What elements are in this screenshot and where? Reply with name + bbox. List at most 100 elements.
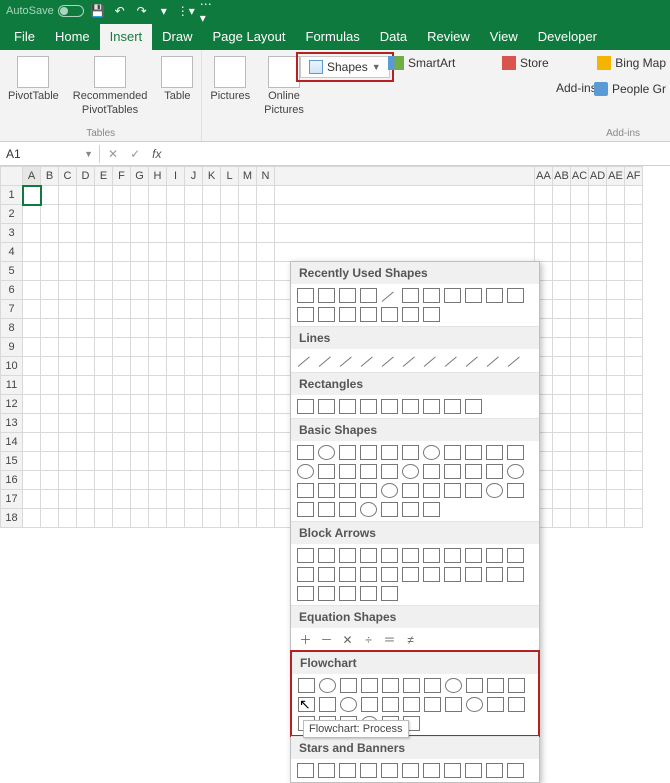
shape-option[interactable]	[339, 353, 356, 368]
cell[interactable]	[203, 262, 221, 281]
shape-option[interactable]	[465, 288, 482, 303]
shape-option[interactable]	[402, 445, 419, 460]
cell[interactable]	[131, 281, 149, 300]
cell[interactable]	[113, 338, 131, 357]
cell[interactable]	[239, 319, 257, 338]
cell[interactable]	[625, 395, 643, 414]
shape-option[interactable]: ＋	[297, 632, 314, 647]
cell[interactable]	[149, 376, 167, 395]
shape-option[interactable]	[339, 567, 356, 582]
cell[interactable]	[149, 357, 167, 376]
enter-icon[interactable]: ✓	[130, 147, 140, 161]
cell[interactable]	[113, 357, 131, 376]
cell[interactable]	[167, 319, 185, 338]
cell[interactable]	[607, 452, 625, 471]
cell[interactable]	[239, 300, 257, 319]
shape-option[interactable]	[423, 763, 440, 778]
cell[interactable]	[23, 205, 41, 224]
cell[interactable]	[553, 376, 571, 395]
cell[interactable]	[203, 224, 221, 243]
cell[interactable]	[131, 509, 149, 528]
tab-page-layout[interactable]: Page Layout	[203, 24, 296, 50]
shape-option[interactable]	[486, 548, 503, 563]
cell[interactable]	[113, 471, 131, 490]
shape-option[interactable]	[382, 697, 399, 712]
tab-view[interactable]: View	[480, 24, 528, 50]
row-header[interactable]: 15	[1, 452, 23, 471]
cell[interactable]	[131, 338, 149, 357]
shape-option[interactable]	[360, 399, 377, 414]
cell[interactable]	[257, 186, 275, 205]
shape-option[interactable]	[297, 399, 314, 414]
namebox-caret-icon[interactable]: ▼	[84, 149, 93, 159]
tab-draw[interactable]: Draw	[152, 24, 202, 50]
recommended-pivot-button[interactable]: Recommended PivotTables	[71, 54, 150, 118]
shape-option[interactable]: ✕	[339, 632, 356, 647]
redo-icon[interactable]: ↷	[134, 3, 150, 19]
row-header[interactable]: 18	[1, 509, 23, 528]
cell[interactable]	[257, 357, 275, 376]
cell[interactable]	[59, 205, 77, 224]
col-header[interactable]: AD	[589, 167, 607, 186]
cell[interactable]	[257, 281, 275, 300]
cell[interactable]	[113, 262, 131, 281]
shape-option[interactable]	[318, 353, 335, 368]
shape-option[interactable]	[466, 697, 483, 712]
cell[interactable]	[77, 243, 95, 262]
cell[interactable]	[185, 205, 203, 224]
cell[interactable]	[41, 509, 59, 528]
cell[interactable]	[185, 357, 203, 376]
shape-option[interactable]	[381, 353, 398, 368]
cell[interactable]	[41, 262, 59, 281]
cell[interactable]	[149, 300, 167, 319]
cell[interactable]	[95, 338, 113, 357]
shape-option[interactable]	[381, 445, 398, 460]
cell[interactable]	[625, 357, 643, 376]
shape-option[interactable]	[423, 548, 440, 563]
shape-option[interactable]	[360, 483, 377, 498]
shape-option[interactable]	[402, 399, 419, 414]
cell[interactable]	[239, 471, 257, 490]
autosave-switch-icon[interactable]	[58, 5, 84, 17]
cell[interactable]	[203, 509, 221, 528]
cell[interactable]	[113, 395, 131, 414]
col-header[interactable]: AA	[535, 167, 553, 186]
cell[interactable]	[203, 243, 221, 262]
cell[interactable]	[185, 319, 203, 338]
cell[interactable]	[41, 281, 59, 300]
shape-option[interactable]	[318, 567, 335, 582]
bing-maps-button[interactable]: Bing Map	[597, 56, 666, 70]
autosave-toggle[interactable]: AutoSave	[6, 5, 84, 17]
cell[interactable]	[221, 319, 239, 338]
cell[interactable]	[571, 452, 589, 471]
cell[interactable]	[203, 357, 221, 376]
shape-option[interactable]	[445, 697, 462, 712]
cell[interactable]	[95, 319, 113, 338]
shape-option[interactable]	[403, 678, 420, 693]
cell[interactable]	[589, 319, 607, 338]
cell[interactable]	[95, 357, 113, 376]
cell[interactable]	[59, 224, 77, 243]
cell[interactable]	[625, 452, 643, 471]
shape-option[interactable]	[423, 399, 440, 414]
cell[interactable]	[41, 376, 59, 395]
shape-option[interactable]	[297, 586, 314, 601]
col-header[interactable]: A	[23, 167, 41, 186]
cell[interactable]	[77, 262, 95, 281]
cell[interactable]	[203, 300, 221, 319]
shape-option[interactable]	[444, 464, 461, 479]
cell[interactable]	[607, 262, 625, 281]
cell[interactable]	[571, 376, 589, 395]
shape-option[interactable]	[402, 353, 419, 368]
cell[interactable]	[95, 281, 113, 300]
col-header[interactable]: C	[59, 167, 77, 186]
shape-option[interactable]	[340, 697, 357, 712]
cell[interactable]	[113, 186, 131, 205]
cell[interactable]	[149, 338, 167, 357]
cell[interactable]	[167, 262, 185, 281]
shape-option[interactable]	[486, 464, 503, 479]
cell[interactable]	[553, 205, 571, 224]
qat-icon-1[interactable]: ▾	[156, 3, 172, 19]
cell[interactable]	[95, 509, 113, 528]
cell[interactable]	[23, 338, 41, 357]
